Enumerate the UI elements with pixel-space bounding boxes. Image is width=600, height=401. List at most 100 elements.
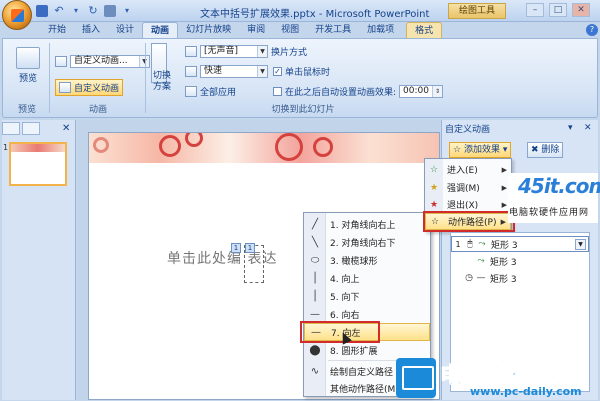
path-icon: ⤳: [477, 256, 485, 266]
office-button[interactable]: [2, 0, 32, 30]
undo-icon[interactable]: ↶: [53, 5, 65, 17]
list-item[interactable]: 1 🖱 ⤳ 矩形 3 ▼: [451, 236, 589, 252]
watermark-logo-icon: [396, 358, 436, 398]
line-icon: —: [476, 273, 486, 283]
speed-combo[interactable]: 快速 ▼: [200, 65, 268, 78]
spinner-arrows-icon: ⇕: [432, 86, 443, 97]
remove-icon: ✖: [531, 145, 539, 155]
entrance-star-icon: ☆: [429, 164, 439, 175]
group-separator: [49, 43, 50, 113]
tab-developer[interactable]: 开发工具: [307, 22, 359, 38]
decor-flower: [313, 137, 333, 157]
tab-animation[interactable]: 动画: [142, 22, 179, 38]
site-logo-tagline: 电脑软硬件应用网: [509, 208, 590, 218]
submenu-item-emphasis[interactable]: ★ 强调(M) ▶: [425, 179, 511, 196]
add-effect-button[interactable]: ☆ 添加效果 ▾: [449, 142, 512, 158]
animate-combo[interactable]: 自定义动画... ▼: [70, 55, 150, 68]
menu-item-label: 绘制自定义路径: [330, 367, 394, 378]
chevron-down-icon[interactable]: ▼: [575, 239, 586, 250]
help-icon[interactable]: ?: [586, 24, 598, 36]
animate-combo-value: 自定义动画...: [74, 56, 128, 66]
animate-icon: [55, 56, 67, 67]
sound-combo[interactable]: [无声音] ▼: [200, 45, 268, 58]
group-separator: [145, 43, 146, 113]
tab-outline[interactable]: [22, 122, 40, 135]
menu-item-down[interactable]: │ 5. 向下: [304, 287, 430, 305]
group-label-preview: 预览: [17, 105, 36, 115]
time-spinner[interactable]: 00:00 ⇕: [399, 85, 444, 98]
decor-flower: [93, 137, 109, 153]
slide-thumbnail[interactable]: [9, 142, 67, 186]
chevron-down-icon: ▼: [257, 66, 267, 77]
clock-icon: ◷: [465, 273, 473, 283]
advance-title: 换片方式: [271, 45, 307, 58]
mouse-icon: 🖱: [467, 239, 473, 249]
sound-row: [无声音] ▼: [185, 45, 268, 58]
maximize-button[interactable]: □: [549, 3, 567, 17]
customize-qat-icon[interactable]: ▾: [121, 5, 133, 17]
tab-home[interactable]: 开始: [40, 22, 74, 38]
list-item[interactable]: ⤳ 矩形 3: [451, 253, 589, 269]
tab-design[interactable]: 设计: [108, 22, 142, 38]
window-title: 文本中括号扩展效果.pptx - Microsoft PowerPoint: [200, 9, 430, 20]
tab-format[interactable]: 格式: [406, 22, 443, 38]
vertical-line-icon: │: [311, 290, 319, 302]
on-click-checkbox-row[interactable]: ✓ 单击鼠标时: [273, 65, 330, 78]
menu-item-diagonal-up-right[interactable]: ╱ 1. 对角线向右上: [304, 215, 430, 233]
menu-item-diagonal-down-right[interactable]: ╲ 2. 对角线向右下: [304, 233, 430, 251]
tab-review[interactable]: 审阅: [239, 22, 273, 38]
remove-label: 删除: [541, 145, 560, 155]
ribbon: 预览 预览 自定义动画... ▼ 自定义动画 动画 切换 方案 [无声音] ▼ …: [2, 38, 598, 118]
menu-item-circle-expand[interactable]: ⬤ 8. 圆形扩展: [304, 341, 430, 359]
chevron-down-icon: ▼: [139, 56, 149, 67]
animation-tag: 1: [231, 243, 241, 253]
menu-item-label: 8. 圆形扩展: [330, 346, 378, 357]
ellipse-icon: ⬭: [310, 254, 320, 266]
close-icon[interactable]: ✕: [62, 123, 70, 134]
list-item[interactable]: ◷ — 矩形 3: [451, 270, 589, 286]
after-time-checkbox[interactable]: [273, 87, 282, 96]
redo-icon[interactable]: ↻: [87, 5, 99, 17]
menu-item-up[interactable]: │ 4. 向上: [304, 269, 430, 287]
time-value: 00:00: [403, 86, 429, 96]
exit-star-icon: ★: [429, 199, 439, 210]
preview-button[interactable]: 预览: [11, 47, 45, 84]
menu-item-football[interactable]: ⬭ 3. 橄榄球形: [304, 251, 430, 269]
save-icon[interactable]: [36, 5, 48, 17]
list-item-number: 1: [455, 239, 461, 249]
ribbon-tabs: 开始 插入 设计 动画 幻灯片放映 审阅 视图 开发工具 加载项 格式: [32, 22, 443, 38]
preview-icon: [16, 47, 40, 69]
submenu-label: 退出(X): [447, 201, 479, 211]
custom-animation-button[interactable]: 自定义动画: [55, 79, 124, 96]
tab-slides[interactable]: [2, 122, 20, 135]
on-click-checkbox[interactable]: ✓: [273, 67, 282, 76]
list-item-label: 矩形 3: [490, 257, 517, 268]
menu-item-label: 4. 向上: [330, 274, 360, 285]
custom-animation-row: 自定义动画: [55, 79, 124, 96]
tab-insert[interactable]: 插入: [74, 22, 108, 38]
apply-all-icon: [185, 86, 197, 97]
transition-scheme-button[interactable]: 切换 方案: [149, 71, 175, 93]
path-icon: ⤳: [478, 239, 486, 249]
diagonal-up-icon: ╱: [311, 218, 319, 230]
tab-addins[interactable]: 加载项: [359, 22, 402, 38]
apply-all-label: 全部应用: [200, 88, 237, 98]
slide-icon[interactable]: [104, 5, 116, 17]
site-logo: 45it.com: [518, 174, 600, 198]
remove-button[interactable]: ✖ 删除: [527, 142, 564, 158]
apply-all-button[interactable]: 全部应用: [185, 85, 236, 98]
tab-slideshow[interactable]: 幻灯片放映: [178, 22, 239, 38]
chevron-down-icon[interactable]: ▾: [70, 5, 82, 17]
highlight-frame: [423, 211, 515, 232]
submenu-item-entrance[interactable]: ☆ 进入(E) ▶: [425, 161, 511, 178]
minimize-button[interactable]: –: [526, 3, 544, 17]
quick-access-toolbar: ↶ ▾ ↻ ▾: [36, 4, 133, 18]
close-icon[interactable]: ✕: [584, 123, 592, 133]
submenu-label: 进入(E): [447, 166, 478, 176]
tab-view[interactable]: 视图: [273, 22, 307, 38]
chevron-down-icon[interactable]: ▾: [568, 123, 573, 133]
close-button[interactable]: ✕: [572, 3, 590, 17]
chevron-down-icon: ▼: [257, 46, 267, 57]
chevron-right-icon: ▶: [501, 200, 507, 209]
group-label-animation: 动画: [88, 105, 107, 115]
